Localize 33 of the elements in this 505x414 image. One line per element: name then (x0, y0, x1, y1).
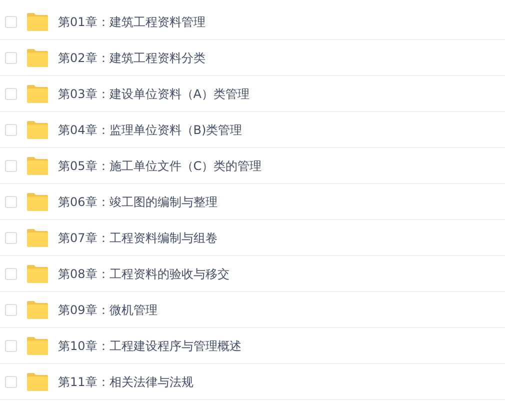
folder-name[interactable]: 第01章：建筑工程资料管理 (58, 12, 206, 30)
checkbox[interactable] (5, 376, 17, 388)
folder-icon (27, 12, 48, 30)
folder-icon (27, 48, 48, 66)
checkbox[interactable] (5, 160, 17, 172)
folder-icon (27, 120, 48, 138)
checkbox[interactable] (5, 340, 17, 352)
folder-name[interactable]: 第08章：工程资料的验收与移交 (58, 264, 230, 282)
folder-icon (27, 228, 48, 246)
folder-icon (27, 336, 48, 354)
folder-icon (27, 264, 48, 282)
checkbox[interactable] (5, 88, 17, 100)
folder-name[interactable]: 第03章：建设单位资料（A）类管理 (58, 84, 250, 102)
folder-icon (27, 300, 48, 318)
folder-icon (27, 156, 48, 174)
checkbox[interactable] (5, 304, 17, 316)
folder-name[interactable]: 第09章：微机管理 (58, 300, 158, 318)
folder-name[interactable]: 第02章：建筑工程资料分类 (58, 48, 206, 66)
folder-name[interactable]: 第07章：工程资料编制与组卷 (58, 228, 218, 246)
checkbox[interactable] (5, 232, 17, 244)
checkbox[interactable] (5, 124, 17, 136)
folder-icon (27, 192, 48, 210)
checkbox[interactable] (5, 16, 17, 28)
checkbox[interactable] (5, 268, 17, 280)
folder-icon (27, 372, 48, 390)
checkbox[interactable] (5, 52, 17, 64)
folder-name[interactable]: 第10章：工程建设程序与管理概述 (58, 336, 242, 354)
checkbox[interactable] (5, 196, 17, 208)
folder-name[interactable]: 第05章：施工单位文件（C）类的管理 (58, 156, 262, 174)
folder-name[interactable]: 第04章：监理单位资料（B)类管理 (58, 120, 242, 138)
folder-name[interactable]: 第06章：竣工图的编制与整理 (58, 192, 218, 210)
folder-name[interactable]: 第11章：相关法律与法规 (58, 372, 194, 390)
folder-icon (27, 84, 48, 102)
